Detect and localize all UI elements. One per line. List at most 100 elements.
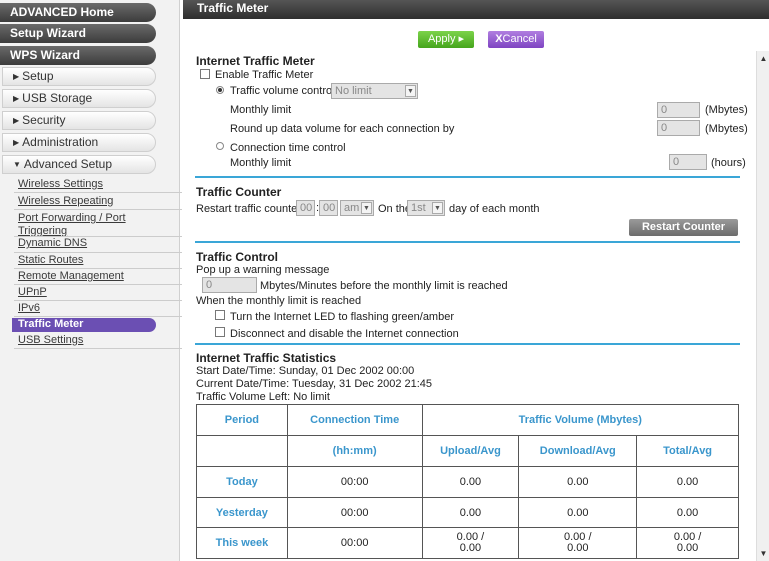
cancel-button[interactable]: XCancel: [488, 31, 544, 48]
stats-volume-left: Traffic Volume Left: No limit: [196, 391, 330, 403]
col-header-hhmm: (hh:mm): [286, 435, 423, 467]
sidebar-item-usb-settings[interactable]: USB Settings: [18, 334, 83, 347]
section-heading-traffic-counter: Traffic Counter: [196, 185, 282, 199]
restart-minute-input[interactable]: 00: [319, 200, 338, 216]
sidebar-item-traffic-meter[interactable]: Traffic Meter: [12, 318, 156, 332]
section-heading-statistics: Internet Traffic Statistics: [196, 351, 337, 365]
select-value: am: [344, 202, 360, 214]
nav-section-label: Setup: [22, 69, 54, 83]
col-header-period: Period: [196, 404, 288, 436]
sidebar-item-ipv6[interactable]: IPv6: [18, 302, 40, 315]
enable-traffic-meter-checkbox[interactable]: [200, 69, 210, 79]
chevron-down-icon: ▼: [432, 202, 443, 214]
roundup-input[interactable]: 0: [657, 120, 700, 136]
section-heading-traffic-control: Traffic Control: [196, 250, 279, 264]
stats-current-time: Current Date/Time: Tuesday, 31 Dec 2002 …: [196, 378, 433, 390]
setup-wizard-button[interactable]: Setup Wizard: [0, 24, 156, 43]
table-header-row: Period Connection Time Traffic Volume (M…: [196, 404, 740, 436]
popup-warning-input[interactable]: 0: [202, 277, 257, 293]
section-divider: [195, 176, 740, 178]
divider: [14, 348, 182, 349]
table-row: Yesterday 00:00 0.00 0.00 0.00: [196, 497, 739, 528]
led-flashing-label: Turn the Internet LED to flashing green/…: [230, 311, 454, 323]
sidebar-item-wireless-repeating[interactable]: Wireless Repeating: [18, 195, 113, 208]
row-connection-time: 00:00: [286, 466, 423, 498]
day-of-month-label: day of each month: [449, 203, 540, 215]
divider: [14, 316, 182, 317]
hours-unit: (hours): [711, 157, 746, 169]
divider: [14, 192, 182, 193]
nav-section-usb-storage[interactable]: ▶ USB Storage: [2, 89, 156, 108]
volume-control-radio[interactable]: [216, 86, 224, 94]
table-row: This week 00:00 0.00 / 0.00 0.00 / 0.00 …: [196, 527, 739, 559]
mbytes-unit: (Mbytes): [705, 123, 748, 135]
close-icon: X: [495, 33, 503, 45]
sidebar-item-dynamic-dns[interactable]: Dynamic DNS: [18, 237, 87, 250]
divider: [14, 268, 182, 269]
divider: [14, 300, 182, 301]
chevron-down-icon: ▼: [405, 85, 416, 97]
sidebar-item-wireless-settings[interactable]: Wireless Settings: [18, 178, 103, 191]
nav-section-label: Administration: [22, 135, 99, 149]
monthly-limit-label: Monthly limit: [230, 104, 292, 116]
nav-section-setup[interactable]: ▶ Setup: [2, 67, 156, 86]
popup-warning-label: Pop up a warning message: [196, 264, 330, 276]
col-header-upload: Upload/Avg: [421, 435, 520, 467]
col-header-download: Download/Avg: [518, 435, 638, 467]
nav-section-label: Advanced Setup: [23, 157, 112, 171]
row-upload: 0.00: [421, 497, 520, 528]
toolbar: Apply ▸ XCancel: [183, 19, 769, 51]
section-heading-traffic-meter: Internet Traffic Meter: [196, 54, 315, 68]
vertical-scrollbar[interactable]: ▲ ▼: [756, 51, 769, 561]
volume-control-select[interactable]: No limit ▼: [331, 83, 418, 99]
nav-section-administration[interactable]: ▶ Administration: [2, 133, 156, 152]
sidebar-item-port-forwarding[interactable]: Port Forwarding / Port Triggering: [18, 212, 138, 238]
monthly-limit-mbytes-input[interactable]: 0: [657, 102, 700, 118]
section-divider: [195, 343, 740, 345]
stats-start-time: Start Date/Time: Sunday, 01 Dec 2002 00:…: [196, 365, 415, 377]
when-limit-reached-label: When the monthly limit is reached: [196, 295, 362, 307]
scroll-up-icon[interactable]: ▲: [758, 53, 769, 64]
sidebar-item-static-routes[interactable]: Static Routes: [18, 254, 83, 267]
roundup-label: Round up data volume for each connection…: [230, 123, 455, 135]
sidebar: ADVANCED Home Setup Wizard WPS Wizard ▶ S…: [0, 0, 182, 561]
monthly-limit-hours-input[interactable]: 0: [669, 154, 707, 170]
row-connection-time: 00:00: [286, 497, 423, 528]
restart-counter-button[interactable]: Restart Counter Now: [629, 219, 738, 250]
divider: [14, 252, 182, 253]
section-divider: [195, 241, 740, 243]
cancel-label: Cancel: [502, 33, 537, 45]
nav-section-advanced-setup[interactable]: ▼ Advanced Setup: [2, 155, 156, 174]
scroll-down-icon[interactable]: ▼: [758, 548, 769, 559]
row-total: 0.00: [636, 466, 739, 498]
col-header-total: Total/Avg: [636, 435, 739, 467]
wps-wizard-button[interactable]: WPS Wizard: [0, 46, 156, 65]
led-flashing-checkbox[interactable]: [215, 310, 225, 320]
apply-button[interactable]: Apply ▸: [418, 31, 474, 48]
divider: [14, 209, 182, 210]
triangle-down-icon: ▼: [13, 160, 21, 169]
col-header-traffic-volume: Traffic Volume (Mbytes): [421, 404, 740, 436]
page-title: Traffic Meter: [183, 0, 769, 19]
main-content: Internet Traffic Meter Enable Traffic Me…: [183, 51, 756, 561]
table-row: Today 00:00 0.00 0.00 0.00: [196, 466, 739, 498]
restart-day-select[interactable]: 1st ▼: [407, 200, 445, 216]
mbytes-unit: (Mbytes): [705, 104, 748, 116]
popup-warning-suffix: Mbytes/Minutes before the monthly limit …: [260, 280, 508, 292]
select-value: No limit: [335, 85, 372, 97]
restart-hour-input[interactable]: 00: [296, 200, 315, 216]
advanced-home-button[interactable]: ADVANCED Home: [0, 3, 156, 22]
restart-ampm-select[interactable]: am ▼: [340, 200, 374, 216]
disconnect-checkbox[interactable]: [215, 327, 225, 337]
table-header-row: (hh:mm) Upload/Avg Download/Avg Total/Av…: [196, 435, 739, 467]
connection-time-radio[interactable]: [216, 142, 224, 150]
sidebar-item-remote-management[interactable]: Remote Management: [18, 270, 124, 283]
select-value: 1st: [411, 202, 426, 214]
row-period: Today: [196, 466, 288, 498]
sidebar-item-upnp[interactable]: UPnP: [18, 286, 47, 299]
enable-traffic-meter-label: Enable Traffic Meter: [215, 69, 314, 81]
row-total: 0.00 / 0.00: [636, 527, 739, 559]
row-total: 0.00: [636, 497, 739, 528]
nav-section-security[interactable]: ▶ Security: [2, 111, 156, 130]
triangle-right-icon: ▶: [13, 94, 20, 103]
